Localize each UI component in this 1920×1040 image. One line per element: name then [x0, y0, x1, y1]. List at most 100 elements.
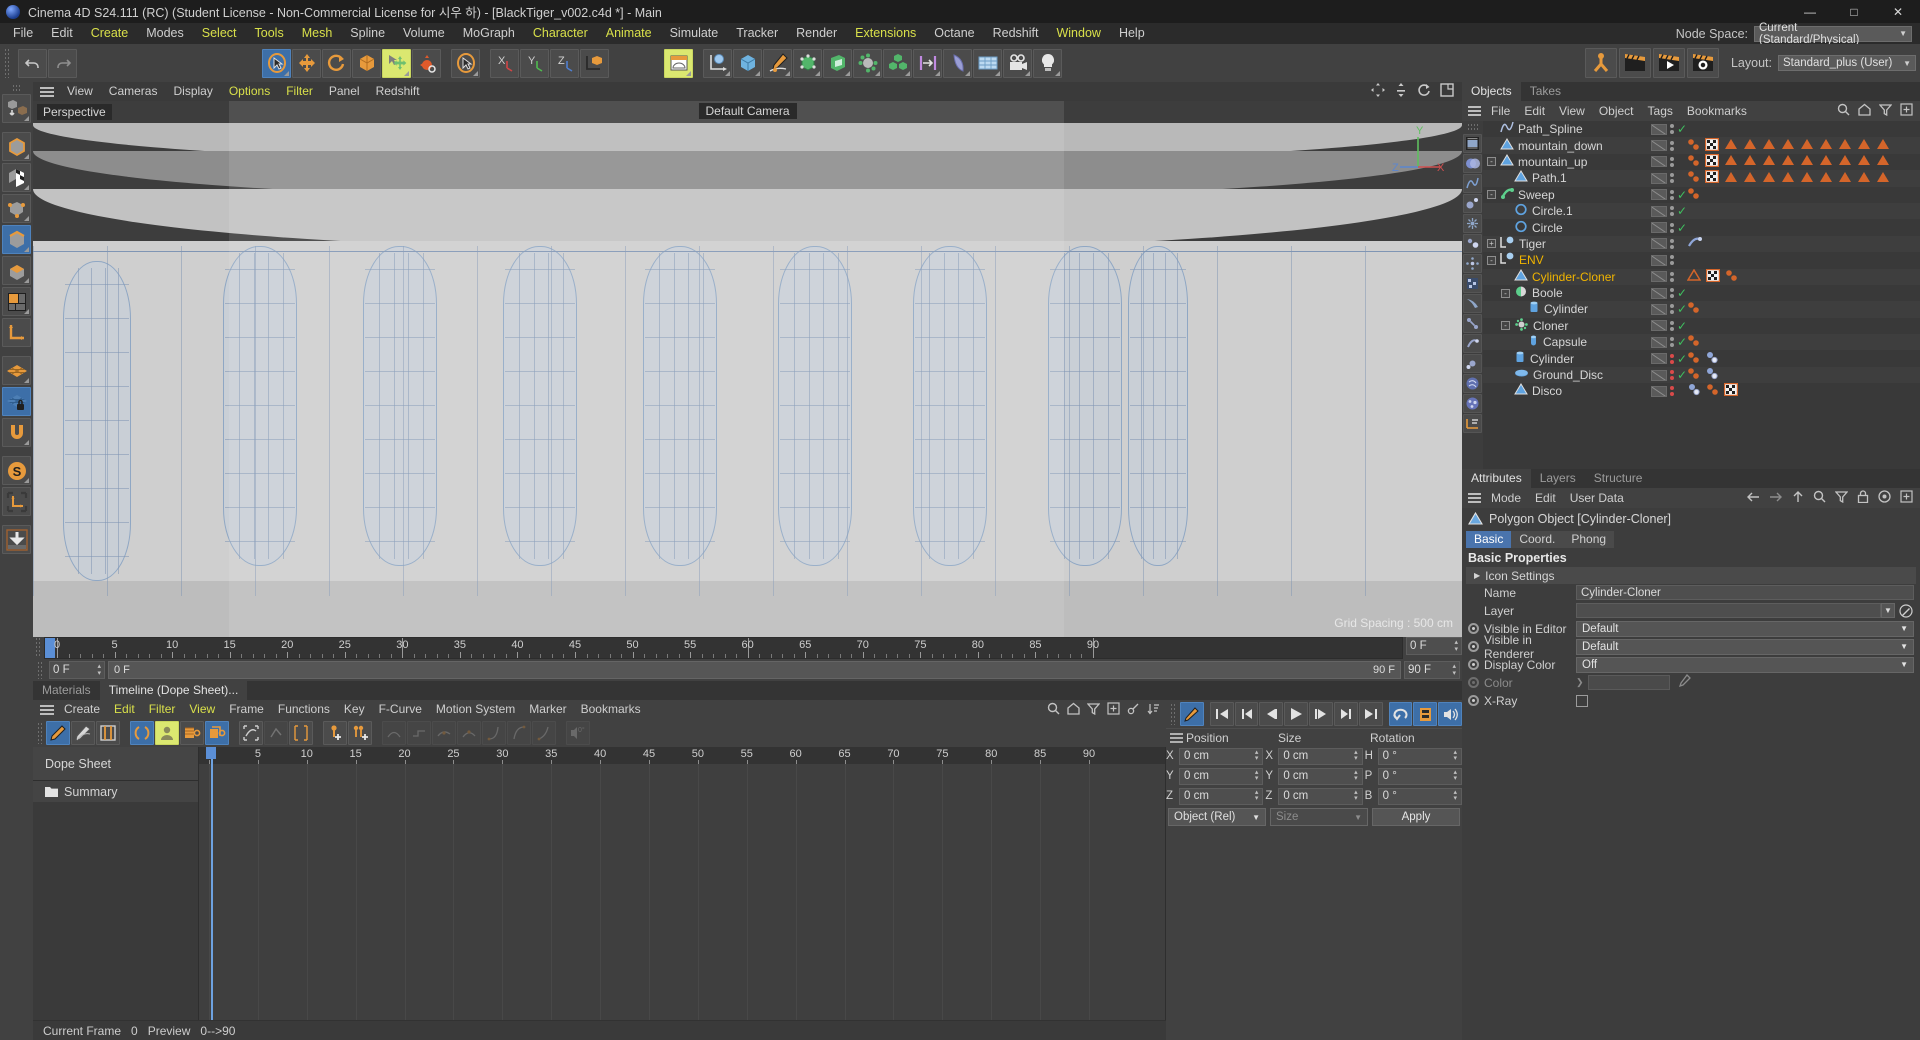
- sort-icon[interactable]: [1147, 702, 1160, 718]
- menu-octane[interactable]: Octane: [925, 23, 983, 44]
- collapse-icon[interactable]: -: [1487, 157, 1496, 167]
- material-icon[interactable]: [1463, 154, 1482, 173]
- collapse-icon[interactable]: -: [1487, 190, 1496, 200]
- attribute-toggle-radio[interactable]: [1468, 695, 1479, 706]
- subdivision-surface-button[interactable]: [793, 48, 822, 78]
- live-selection-tool-button[interactable]: [262, 48, 291, 78]
- selection-tag-icon[interactable]: [1800, 154, 1814, 169]
- layer-color-swatch[interactable]: [1651, 271, 1667, 283]
- checker-tag-icon[interactable]: [1704, 153, 1720, 170]
- magnet-tool-button[interactable]: [2, 418, 31, 447]
- viewport-menu-panel[interactable]: Panel: [321, 82, 368, 101]
- filter-icon[interactable]: [1878, 103, 1893, 119]
- y-axis-lock-button[interactable]: Y: [520, 48, 549, 78]
- up-arrow-icon[interactable]: [1792, 490, 1804, 506]
- menu-animate[interactable]: Animate: [597, 23, 661, 44]
- menu-redshift[interactable]: Redshift: [984, 23, 1048, 44]
- layer-color-swatch[interactable]: [1651, 303, 1667, 315]
- om-icons-grip[interactable]: [1467, 123, 1478, 132]
- dope-sheet-hamburger-icon[interactable]: [37, 703, 57, 717]
- dope-menu-frame[interactable]: Frame: [222, 700, 271, 719]
- search-icon[interactable]: [1837, 103, 1850, 119]
- object-tree-row[interactable]: Cylinder ✓: [1483, 350, 1920, 366]
- enabled-check-icon[interactable]: ✓: [1677, 303, 1687, 315]
- om-menu-bookmarks[interactable]: Bookmarks: [1680, 101, 1754, 121]
- name-input[interactable]: Cylinder-Cloner: [1576, 585, 1914, 600]
- texture-tag-icon[interactable]: [1725, 269, 1738, 285]
- dope-sheet-ruler[interactable]: 051015202530354045505560657075808590: [199, 747, 1165, 764]
- viewport-menu-redshift[interactable]: Redshift: [368, 82, 428, 101]
- visibility-dots[interactable]: [1670, 124, 1674, 135]
- visibility-dots[interactable]: [1670, 353, 1674, 364]
- menu-tools[interactable]: Tools: [246, 23, 293, 44]
- layer-color-swatch[interactable]: [1651, 172, 1667, 184]
- size-y-field[interactable]: 0 cm ▴ ▾: [1278, 767, 1363, 785]
- selection-tag-icon[interactable]: [1857, 171, 1871, 186]
- minimize-button[interactable]: —: [1788, 0, 1832, 23]
- world-coordinate-system-button[interactable]: [580, 48, 609, 78]
- spline-icon[interactable]: [1463, 174, 1482, 193]
- size-x-field[interactable]: 0 cm ▴ ▾: [1278, 747, 1363, 765]
- add-icon[interactable]: [1900, 103, 1913, 119]
- am-tab-layers[interactable]: Layers: [1531, 469, 1585, 488]
- axis-mode-button[interactable]: [2, 318, 31, 347]
- move-view-icon[interactable]: [1371, 83, 1385, 100]
- dope-menu-bookmarks[interactable]: Bookmarks: [574, 700, 648, 719]
- x-axis-lock-button[interactable]: X: [490, 48, 519, 78]
- selection-tag-icon[interactable]: [1838, 138, 1852, 153]
- object-tree-row[interactable]: Capsule ✓: [1483, 334, 1920, 351]
- collapse-icon[interactable]: -: [1501, 288, 1510, 298]
- current-frame-field[interactable]: 0 F ▴ ▾: [1406, 637, 1462, 655]
- character-icon[interactable]: [1463, 294, 1482, 313]
- color-expand-icon[interactable]: ❯: [1576, 677, 1584, 688]
- visibility-dots[interactable]: [1670, 271, 1674, 282]
- rotation-h-field[interactable]: 0 ° ▴ ▾: [1377, 747, 1462, 765]
- single-view-icon[interactable]: [1440, 83, 1454, 100]
- selection-tag-icon[interactable]: [1800, 171, 1814, 186]
- phong-tag-icon[interactable]: [1705, 367, 1719, 383]
- target-icon[interactable]: [1878, 490, 1891, 506]
- attribute-hamburger-icon[interactable]: [1465, 491, 1484, 505]
- menu-tracker[interactable]: Tracker: [727, 23, 787, 44]
- enabled-check-icon[interactable]: ✓: [1677, 353, 1687, 365]
- collapse-icon[interactable]: -: [1501, 321, 1510, 331]
- texture-tag-icon[interactable]: [1687, 351, 1700, 367]
- dope-menu-view[interactable]: View: [182, 700, 222, 719]
- menu-mograph[interactable]: MoGraph: [454, 23, 524, 44]
- filter-icon[interactable]: [1834, 490, 1849, 506]
- am-tab-structure[interactable]: Structure: [1585, 469, 1652, 488]
- move-tool-button[interactable]: [292, 48, 321, 78]
- visible-in-renderer-select[interactable]: Default ▼: [1576, 638, 1914, 655]
- menu-character[interactable]: Character: [524, 23, 597, 44]
- dope-menu-key[interactable]: Key: [337, 700, 372, 719]
- am-tab-attributes[interactable]: Attributes: [1462, 469, 1531, 488]
- record-active-objects-button[interactable]: [1180, 702, 1204, 726]
- mograph-array-button[interactable]: [913, 48, 942, 78]
- render-picture-viewer-button[interactable]: [1618, 48, 1651, 78]
- go-to-start-button[interactable]: [1209, 702, 1234, 726]
- menu-spline[interactable]: Spline: [341, 23, 394, 44]
- show-animated-only-button[interactable]: [180, 721, 204, 745]
- ease-out-button[interactable]: [507, 721, 531, 745]
- visibility-dots[interactable]: [1670, 320, 1674, 331]
- xpresso-tag-icon[interactable]: [1687, 236, 1703, 252]
- visibility-dots[interactable]: [1670, 189, 1674, 200]
- ease-soft-button[interactable]: [382, 721, 406, 745]
- layer-color-swatch[interactable]: [1651, 156, 1667, 168]
- layer-color-swatch[interactable]: [1651, 238, 1667, 250]
- layer-color-swatch[interactable]: [1651, 222, 1667, 234]
- visibility-dots[interactable]: [1670, 238, 1674, 249]
- playback-grip[interactable]: [1170, 703, 1177, 725]
- filter-icon[interactable]: [1086, 702, 1101, 718]
- om-menu-edit[interactable]: Edit: [1517, 101, 1552, 121]
- eyedropper-icon[interactable]: [1677, 674, 1691, 691]
- texture-tag-icon[interactable]: [1706, 383, 1719, 399]
- viewport-menu-filter[interactable]: Filter: [278, 82, 321, 101]
- search-icon[interactable]: [1047, 702, 1060, 718]
- object-tree-row[interactable]: - mountain_up: [1483, 153, 1920, 170]
- add-key-button[interactable]: [323, 721, 347, 745]
- am-menu-user-data[interactable]: User Data: [1563, 488, 1631, 508]
- timeline-ruler[interactable]: 0 5 10 15 20 25 30 35 40 45 50 55 60 65 70 75 80 85 90: [44, 637, 1403, 659]
- layer-picker-icon[interactable]: [1897, 603, 1914, 618]
- visibility-dots[interactable]: [1670, 288, 1674, 299]
